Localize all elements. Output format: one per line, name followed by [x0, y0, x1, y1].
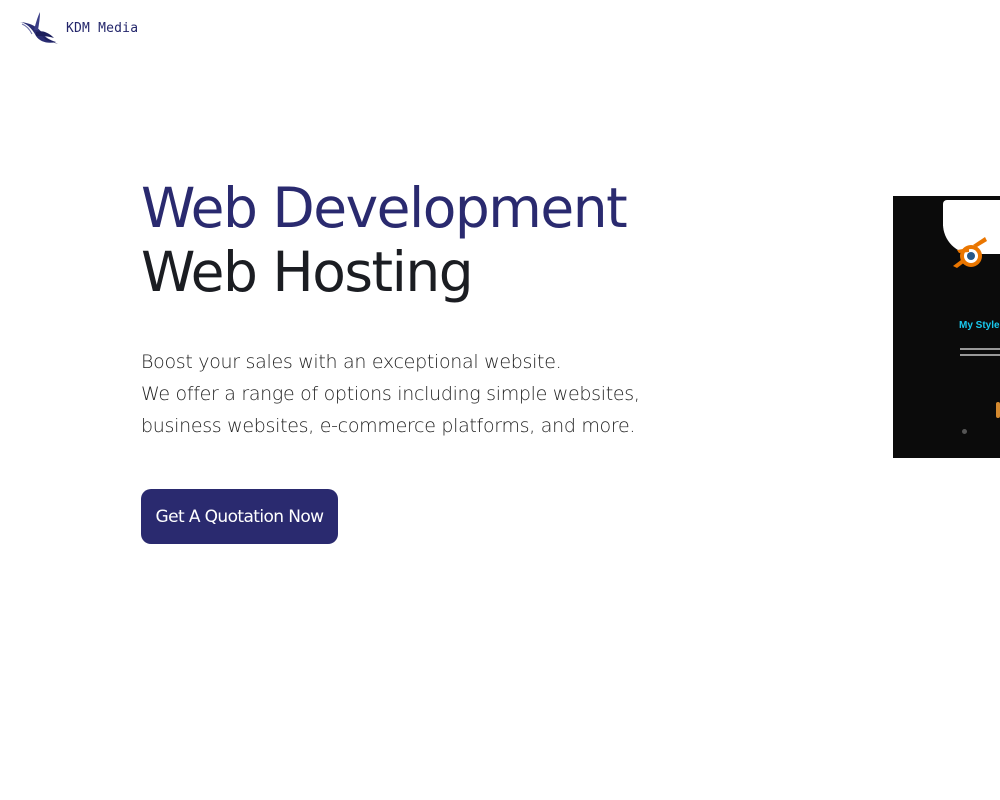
preview-accent-shape	[996, 402, 1000, 418]
hero-description-line: Boost your sales with an exceptional web…	[141, 351, 562, 373]
hero-description-line: We offer a range of options including si…	[141, 383, 640, 405]
hero-title-line-2: Web Hosting	[141, 240, 474, 304]
hero-title-line-1: Web Development	[141, 176, 628, 240]
hero-title: Web Development Web Hosting	[141, 176, 701, 304]
preview-heading: My Styles	[959, 320, 1000, 331]
get-quotation-button[interactable]: Get A Quotation Now	[141, 489, 338, 544]
brand-logo-link[interactable]: KDM Media	[16, 8, 138, 48]
preview-text-line	[960, 354, 1000, 356]
preview-text-line	[960, 348, 1000, 350]
preview-header-bar	[943, 200, 1000, 226]
hero-description-line: business websites, e-commerce platforms,…	[141, 415, 636, 437]
brand-name: KDM Media	[66, 20, 139, 36]
website-preview-thumbnail: My Styles	[893, 196, 1000, 458]
eagle-logo-icon	[16, 8, 60, 48]
hero-section: Web Development Web Hosting Boost your s…	[141, 176, 701, 442]
hero-description: Boost your sales with an exceptional web…	[141, 346, 661, 442]
preview-carousel-dot	[962, 429, 967, 434]
blender-logo-icon	[951, 232, 997, 274]
